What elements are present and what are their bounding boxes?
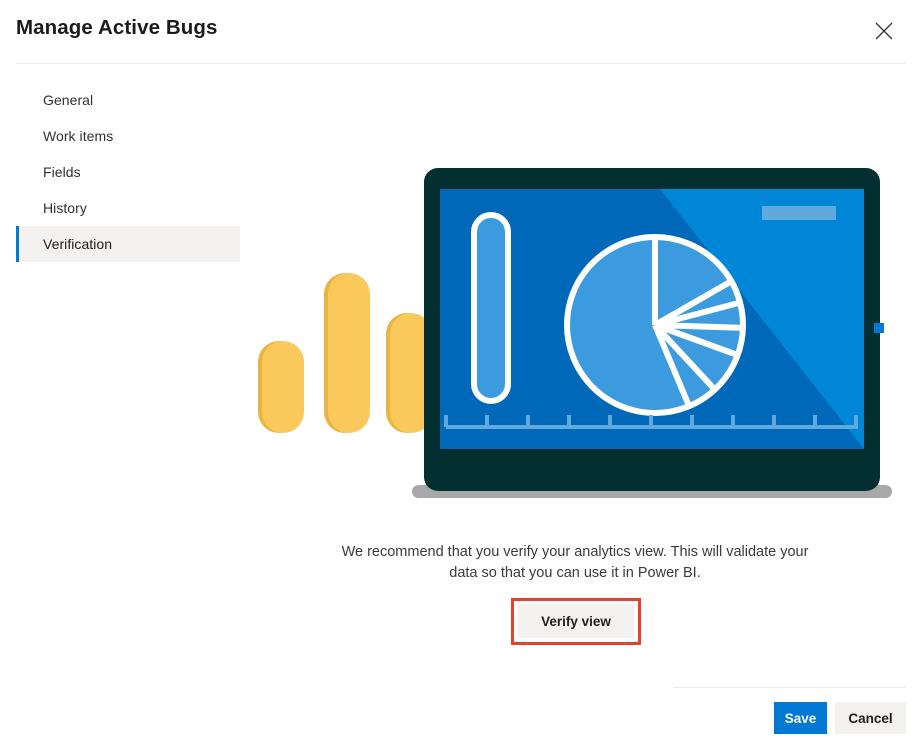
tablet-frame xyxy=(424,168,880,491)
close-icon[interactable] xyxy=(862,9,906,53)
pie-chart xyxy=(564,234,746,416)
verification-description: We recommend that you verify your analyt… xyxy=(341,544,809,581)
cancel-button[interactable]: Cancel xyxy=(835,702,906,734)
vertical-bar-indicator xyxy=(471,212,511,404)
bar-1 xyxy=(262,341,304,433)
bar-chart-group xyxy=(258,273,432,433)
screen-title-block xyxy=(762,206,836,220)
save-button[interactable]: Save xyxy=(774,702,827,734)
verify-view-button[interactable]: Verify view xyxy=(518,604,634,638)
screen-diagonal-highlight xyxy=(660,189,864,449)
sidebar-item-label: Verification xyxy=(43,236,113,252)
sidebar-item-fields[interactable]: Fields xyxy=(16,154,240,190)
illustration-svg xyxy=(258,168,892,498)
tablet-screen xyxy=(440,189,864,449)
analytics-tablet-illustration xyxy=(240,155,920,515)
sidebar-item-label: Fields xyxy=(43,164,81,180)
tablet-stand xyxy=(412,485,892,498)
manage-active-bugs-dialog: Manage Active Bugs General Work items Fi… xyxy=(0,0,922,751)
bar-2 xyxy=(328,273,370,433)
header-divider xyxy=(16,63,906,64)
settings-nav: General Work items Fields History Verifi… xyxy=(16,82,240,262)
screen-axis xyxy=(444,415,858,429)
sidebar-item-label: Work items xyxy=(43,128,114,144)
sidebar-item-history[interactable]: History xyxy=(16,190,240,226)
windows-square-icon xyxy=(874,323,884,333)
sidebar-item-verification[interactable]: Verification xyxy=(16,226,240,262)
sidebar-item-label: General xyxy=(43,92,94,108)
page-title: Manage Active Bugs xyxy=(16,16,218,39)
sidebar-item-general[interactable]: General xyxy=(16,82,240,118)
bar-3 xyxy=(390,313,432,433)
sidebar-item-label: History xyxy=(43,200,87,216)
sidebar-item-work-items[interactable]: Work items xyxy=(16,118,240,154)
footer-divider xyxy=(674,687,906,688)
close-icon-glyph xyxy=(875,22,893,40)
